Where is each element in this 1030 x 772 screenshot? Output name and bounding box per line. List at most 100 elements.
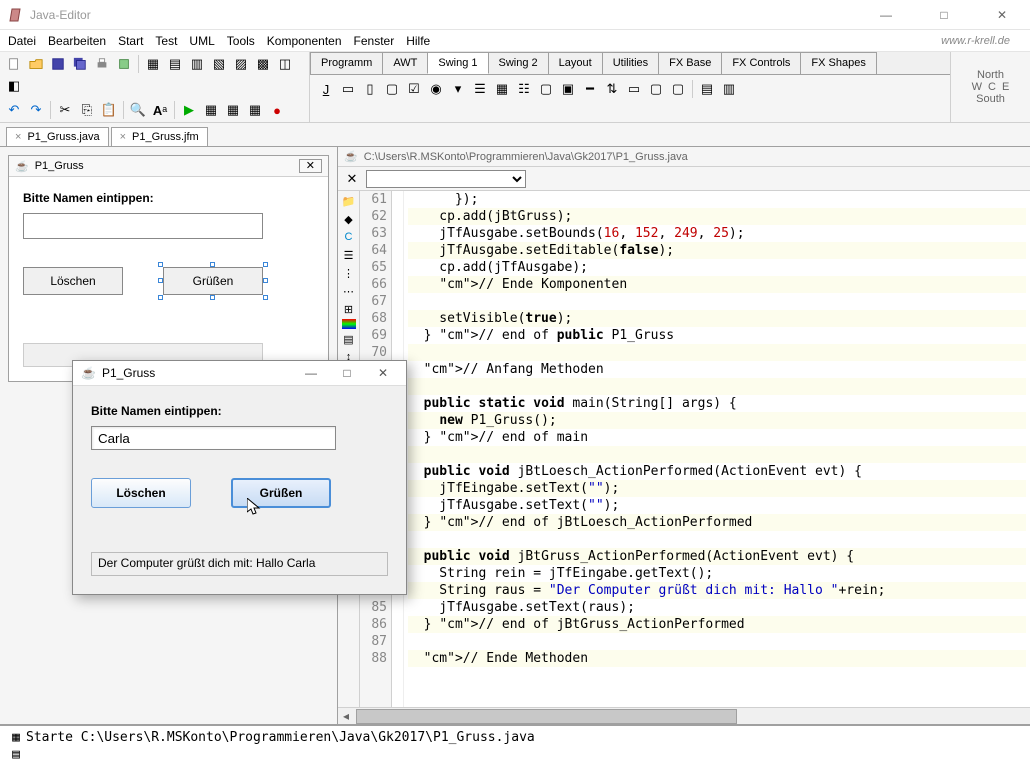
editor-close-icon[interactable]: ✕ (342, 169, 362, 189)
debug-icon-2[interactable]: ▦ (223, 100, 243, 120)
tab-awt[interactable]: AWT (382, 52, 428, 74)
tb-icon-7[interactable]: ◫ (275, 54, 295, 74)
open-file-icon[interactable] (26, 54, 46, 74)
vt-icon-7[interactable]: ⊞ (341, 301, 357, 317)
file-tab-jfm[interactable]: × P1_Gruss.jfm (111, 127, 208, 146)
find-icon[interactable]: 🔍 (128, 100, 148, 120)
vt-icon-9[interactable]: ▤ (341, 331, 357, 347)
compass-west[interactable]: W (972, 81, 982, 93)
tb-icon-5[interactable]: ▨ (231, 54, 251, 74)
menu-fenster[interactable]: Fenster (354, 34, 395, 48)
tb-icon-6[interactable]: ▩ (253, 54, 273, 74)
redo-icon[interactable]: ↷ (26, 100, 46, 120)
menu-komponenten[interactable]: Komponenten (267, 34, 342, 48)
tab-swing2[interactable]: Swing 2 (488, 52, 549, 74)
cut-icon[interactable]: ✂ (55, 100, 75, 120)
export-icon[interactable] (114, 54, 134, 74)
tab-swing1[interactable]: Swing 1 (427, 52, 488, 74)
jtextfield-icon[interactable]: ▭ (338, 79, 358, 99)
vt-icon-3[interactable]: C (341, 229, 357, 245)
compass-east[interactable]: E (1002, 81, 1009, 93)
jpanel-icon[interactable]: ▢ (536, 79, 556, 99)
console-clear-icon[interactable]: ▤ (12, 747, 20, 762)
dialog-minimize-button[interactable]: — (296, 366, 326, 380)
console-stop-icon[interactable]: ▦ (12, 730, 20, 745)
file-tab-java[interactable]: × P1_Gruss.java (6, 127, 109, 146)
vt-icon-1[interactable]: 📁 (341, 193, 357, 209)
tab-layout[interactable]: Layout (548, 52, 603, 74)
debug-icon-1[interactable]: ▦ (201, 100, 221, 120)
menu-test[interactable]: Test (155, 34, 177, 48)
jcheckbox-icon[interactable]: ☑ (404, 79, 424, 99)
run-icon[interactable]: ▶ (179, 100, 199, 120)
menu-datei[interactable]: Datei (8, 34, 36, 48)
swing-icon-2[interactable]: ▢ (668, 79, 688, 99)
vt-icon-8[interactable] (342, 319, 356, 329)
menu-start[interactable]: Start (118, 34, 143, 48)
close-tab-icon[interactable]: × (15, 131, 21, 143)
method-combo[interactable] (366, 170, 526, 188)
dialog-name-input[interactable] (91, 426, 336, 450)
vt-icon-4[interactable]: ☰ (341, 247, 357, 263)
swing-icon-3[interactable]: ▤ (697, 79, 717, 99)
tab-fxbase[interactable]: FX Base (658, 52, 722, 74)
swing-icon-1[interactable]: ▢ (646, 79, 666, 99)
tb-icon-2[interactable]: ▤ (165, 54, 185, 74)
jbutton-icon[interactable]: ▢ (382, 79, 402, 99)
compass-north[interactable]: North (977, 69, 1004, 81)
jprogress-icon[interactable]: ▭ (624, 79, 644, 99)
designer-close-icon[interactable]: ✕ (299, 159, 322, 173)
dialog-maximize-button[interactable]: □ (332, 366, 362, 380)
undo-icon[interactable]: ↶ (4, 100, 24, 120)
jspinner-icon[interactable]: ⇅ (602, 79, 622, 99)
dialog-loeschen-button[interactable]: Löschen (91, 478, 191, 508)
jtable-icon[interactable]: ▦ (492, 79, 512, 99)
jtextarea-icon[interactable]: ▯ (360, 79, 380, 99)
jlabel-icon[interactable]: J (316, 79, 336, 99)
close-button[interactable]: ✕ (982, 3, 1022, 27)
tb-icon-1[interactable]: ▦ (143, 54, 163, 74)
compass-south[interactable]: South (976, 93, 1005, 105)
maximize-button[interactable]: □ (924, 3, 964, 27)
menu-uml[interactable]: UML (189, 34, 214, 48)
save-icon[interactable] (48, 54, 68, 74)
jslider-icon[interactable]: ━ (580, 79, 600, 99)
vt-icon-5[interactable]: ⋮ (341, 265, 357, 281)
paste-icon[interactable]: 📋 (99, 100, 119, 120)
vt-icon-2[interactable]: ◆ (341, 211, 357, 227)
tb-icon-8[interactable]: ◧ (4, 76, 24, 96)
code-area[interactable]: }); cp.add(jBtGruss); jTfAusgabe.setBoun… (404, 191, 1030, 707)
new-file-icon[interactable] (4, 54, 24, 74)
jlist-icon[interactable]: ☰ (470, 79, 490, 99)
jscrollpane-icon[interactable]: ▣ (558, 79, 578, 99)
compass-center[interactable]: C (988, 81, 996, 93)
breakpoint-icon[interactable]: ● (267, 100, 287, 120)
tab-fxcontrols[interactable]: FX Controls (721, 52, 801, 74)
designer-loeschen-button[interactable]: Löschen (23, 267, 123, 295)
minimize-button[interactable]: — (866, 3, 906, 27)
designer-gruessen-button[interactable]: Grüßen (163, 267, 263, 295)
copy-icon[interactable]: ⎘ (77, 100, 97, 120)
tb-icon-3[interactable]: ▥ (187, 54, 207, 74)
font-icon[interactable]: Aᵃ (150, 100, 170, 120)
swing-icon-4[interactable]: ▥ (719, 79, 739, 99)
debug-icon-3[interactable]: ▦ (245, 100, 265, 120)
console-output[interactable]: Starte C:\Users\R.MSKonto\Programmieren\… (26, 730, 1024, 764)
print-icon[interactable] (92, 54, 112, 74)
jtree-icon[interactable]: ☷ (514, 79, 534, 99)
dialog-close-button[interactable]: ✕ (368, 366, 398, 380)
horizontal-scrollbar[interactable]: ◂ (338, 707, 1030, 724)
close-tab-icon[interactable]: × (120, 131, 126, 143)
tb-icon-4[interactable]: ▧ (209, 54, 229, 74)
vt-icon-6[interactable]: ⋯ (341, 283, 357, 299)
tab-fxshapes[interactable]: FX Shapes (800, 52, 876, 74)
jcombo-icon[interactable]: ▾ (448, 79, 468, 99)
menu-tools[interactable]: Tools (227, 34, 255, 48)
dialog-gruessen-button[interactable]: Grüßen (231, 478, 331, 508)
save-all-icon[interactable] (70, 54, 90, 74)
menu-bearbeiten[interactable]: Bearbeiten (48, 34, 106, 48)
jradio-icon[interactable]: ◉ (426, 79, 446, 99)
tab-utilities[interactable]: Utilities (602, 52, 659, 74)
tab-programm[interactable]: Programm (310, 52, 383, 74)
menu-hilfe[interactable]: Hilfe (406, 34, 430, 48)
